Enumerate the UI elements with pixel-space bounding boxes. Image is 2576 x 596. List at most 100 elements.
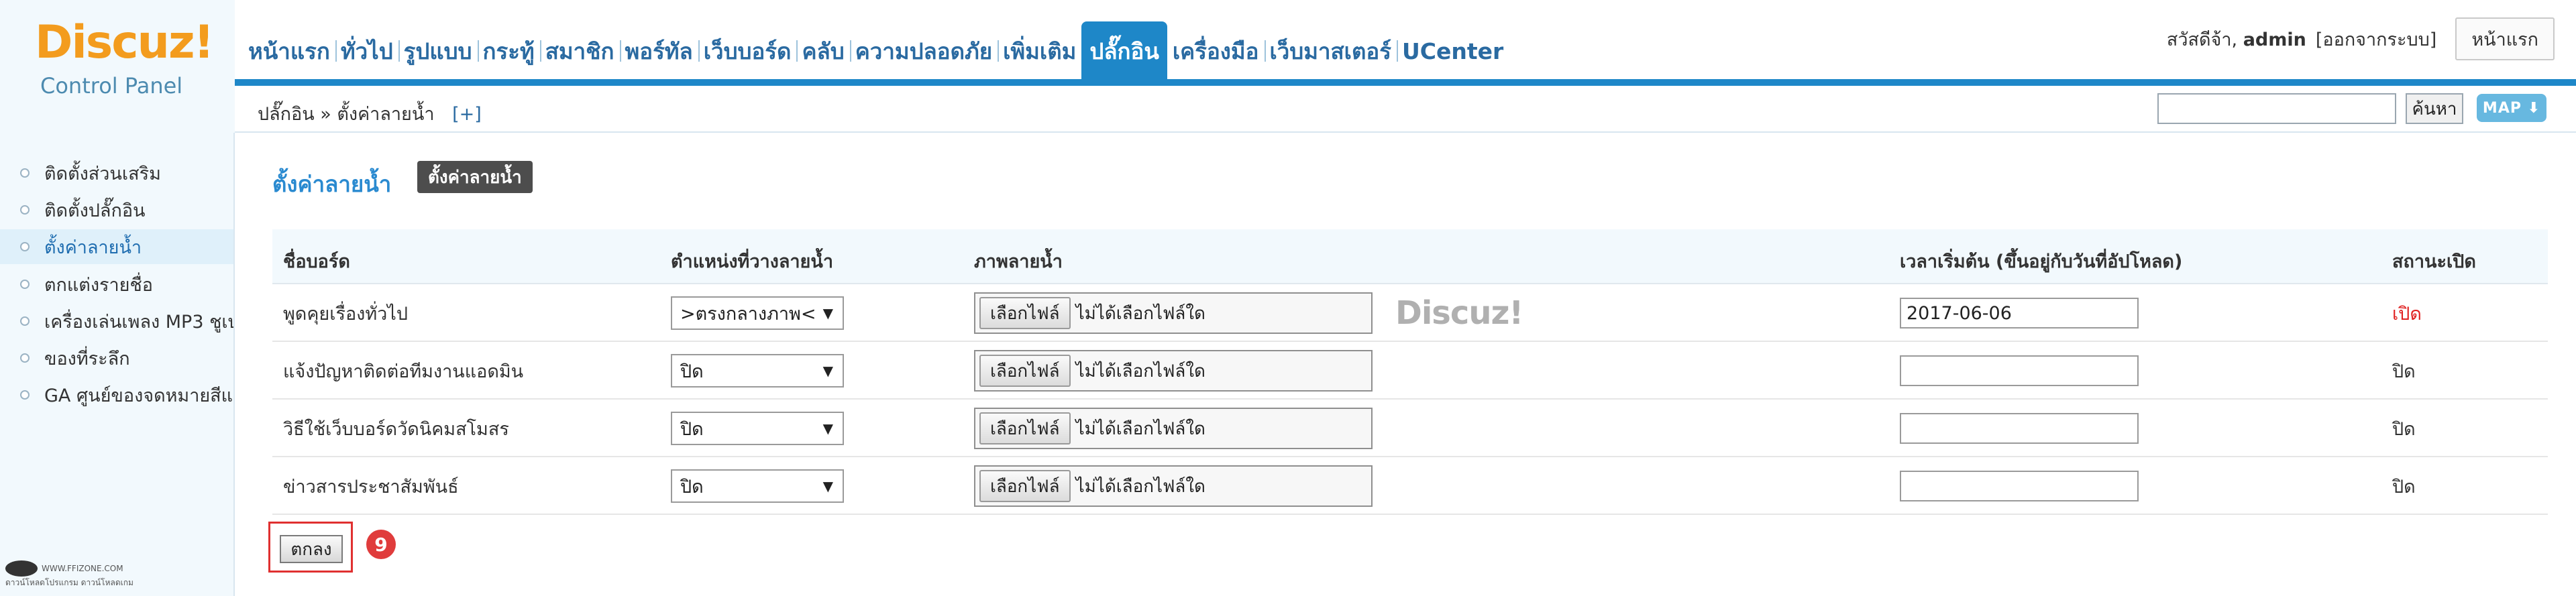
logout-link[interactable]: [ออกจากระบบ] xyxy=(2316,25,2436,54)
start-date-input[interactable] xyxy=(1900,413,2139,444)
nav-item-threads[interactable]: กระทู้ xyxy=(477,21,540,80)
status-toggle[interactable]: ปิด xyxy=(2392,472,2416,501)
dropdown-arrow-icon: ▼ xyxy=(822,363,833,379)
table-row: พูดคุยเรื่องทั่วไป >ตรงกลางภาพ< ▼ เลือกไฟ… xyxy=(272,284,2548,342)
sidebar: ติดตั้งส่วนเสริม ติดตั้งปลั๊กอิน ตั้งค่า… xyxy=(0,133,235,596)
site-logo-icon xyxy=(5,560,38,577)
no-file-text: ไม่ได้เลือกไฟล์ใด xyxy=(1075,361,1205,381)
position-select[interactable]: >ตรงกลางภาพ< ▼ xyxy=(671,296,844,330)
status-toggle[interactable]: ปิด xyxy=(2392,357,2416,385)
breadcrumb-add-link[interactable]: [+] xyxy=(452,104,482,125)
choose-file-button[interactable]: เลือกไฟล์ xyxy=(979,470,1071,502)
step-badge: 9 xyxy=(366,530,396,559)
nav-item-security[interactable]: ความปลอดภัย xyxy=(849,21,998,80)
nav-item-home[interactable]: หน้าแรก xyxy=(243,21,335,80)
user-area: สวัสดีจ้า, admin [ออกจากระบบ] หน้าแรก xyxy=(2167,17,2555,60)
watermark-file-input[interactable]: เลือกไฟล์ ไม่ได้เลือกไฟล์ใด xyxy=(974,350,1373,392)
tab-watermark-settings[interactable]: ตั้งค่าลายน้ำ xyxy=(417,161,533,193)
status-toggle[interactable]: เปิด xyxy=(2392,299,2422,328)
main-nav: หน้าแรก ทั่วไป รูปแบบ กระทู้ สมาชิก พอร์… xyxy=(243,21,1509,80)
nav-item-plugins[interactable]: ปลั๊กอิน xyxy=(1081,21,1167,80)
bullet-icon xyxy=(20,168,30,178)
nav-item-ucenter[interactable]: UCenter xyxy=(1396,21,1509,80)
start-date-input[interactable] xyxy=(1900,355,2139,386)
header-board: ชื่อบอร์ด xyxy=(283,251,350,272)
sidebar-item-install-addons[interactable]: ติดตั้งส่วนเสริม xyxy=(0,156,233,190)
sidebar-item-label: เครื่องเล่นเพลง MP3 ชูเบ xyxy=(44,311,235,333)
search-button[interactable]: ค้นหา xyxy=(2406,93,2463,124)
breadcrumb: ปลั๊กอิน » ตั้งค่าลายน้ำ [+] xyxy=(258,99,482,128)
bullet-icon xyxy=(20,205,30,215)
breadcrumb-text: ปลั๊กอิน » ตั้งค่าลายน้ำ xyxy=(258,104,435,125)
dropdown-arrow-icon: ▼ xyxy=(822,305,833,321)
watermark-table: ชื่อบอร์ด ตำแหน่งที่วางลายน้ำ ภาพลายน้ำ … xyxy=(272,229,2548,515)
sidebar-item-label: ของที่ระลึก xyxy=(44,348,130,369)
submit-button[interactable]: ตกลง xyxy=(280,535,343,563)
home-button[interactable]: หน้าแรก xyxy=(2455,17,2555,60)
table-header: ชื่อบอร์ด ตำแหน่งที่วางลายน้ำ ภาพลายน้ำ … xyxy=(272,229,2548,284)
sidebar-item-ga-mail[interactable]: GA ศูนย์ของจดหมายสีแ xyxy=(0,377,233,412)
nav-underline xyxy=(235,79,2576,86)
nav-item-extended[interactable]: เพิ่มเติม xyxy=(998,21,1081,80)
sidebar-item-label: ติดตั้งส่วนเสริม xyxy=(44,163,161,184)
sidebar-item-label: ตกแต่งรายชื่อ xyxy=(44,274,154,296)
board-name: พูดคุยเรื่องทั่วไป xyxy=(283,303,409,324)
watermark-preview-image: Discuz! xyxy=(1395,294,1523,332)
sidebar-item-install-plugins[interactable]: ติดตั้งปลั๊กอิน xyxy=(0,192,233,227)
header-status: สถานะเปิด xyxy=(2392,251,2476,272)
nav-item-portal[interactable]: พอร์ทัล xyxy=(619,21,698,80)
no-file-text: ไม่ได้เลือกไฟล์ใด xyxy=(1075,418,1205,439)
subheader: ปลั๊กอิน » ตั้งค่าลายน้ำ [+] ค้นหา MAP ⬇ xyxy=(235,86,2576,133)
choose-file-button[interactable]: เลือกไฟล์ xyxy=(979,412,1071,444)
position-select[interactable]: ปิด ▼ xyxy=(671,469,844,503)
sidebar-item-label: ติดตั้งปลั๊กอิน xyxy=(44,200,146,221)
logo-title: Discuz! xyxy=(35,16,215,69)
watermark-file-input[interactable]: เลือกไฟล์ ไม่ได้เลือกไฟล์ใด xyxy=(974,465,1373,507)
no-file-text: ไม่ได้เลือกไฟล์ใด xyxy=(1075,476,1205,497)
nav-item-style[interactable]: รูปแบบ xyxy=(398,21,478,80)
map-button[interactable]: MAP ⬇ xyxy=(2477,94,2546,122)
no-file-text: ไม่ได้เลือกไฟล์ใด xyxy=(1075,303,1205,324)
nav-item-members[interactable]: สมาชิก xyxy=(539,21,620,80)
bullet-icon xyxy=(20,390,30,400)
nav-item-general[interactable]: ทั่วไป xyxy=(335,21,398,80)
nav-item-club[interactable]: คลับ xyxy=(796,21,849,80)
table-row: วิธีใช้เว็บบอร์ดวัดนิคมสโมสร ปิด ▼ เลือกไ… xyxy=(272,400,2548,457)
sidebar-item-souvenirs[interactable]: ของที่ระลึก xyxy=(0,341,233,375)
bullet-icon xyxy=(20,316,30,326)
submit-highlight: ตกลง xyxy=(268,522,353,573)
search-input[interactable] xyxy=(2157,93,2396,124)
position-select[interactable]: ปิด ▼ xyxy=(671,412,844,445)
start-date-input[interactable]: 2017-06-06 xyxy=(1900,298,2139,329)
bullet-icon xyxy=(20,353,30,363)
header-position: ตำแหน่งที่วางลายน้ำ xyxy=(671,251,833,272)
nav-item-forum[interactable]: เว็บบอร์ด xyxy=(698,21,797,80)
bullet-icon xyxy=(20,280,30,289)
main-content: ตั้งค่าลายน้ำ ตั้งค่าลายน้ำ ชื่อบอร์ด ตำ… xyxy=(235,133,2576,596)
choose-file-button[interactable]: เลือกไฟล์ xyxy=(979,355,1071,387)
sidebar-item-decorate-names[interactable]: ตกแต่งรายชื่อ xyxy=(0,267,233,302)
choose-file-button[interactable]: เลือกไฟล์ xyxy=(979,297,1071,329)
start-date-input[interactable] xyxy=(1900,471,2139,501)
header-image: ภาพลายน้ำ xyxy=(974,251,1063,272)
logo-subtitle: Control Panel xyxy=(40,73,183,99)
header-start-time: เวลาเริ่มต้น (ขึ้นอยู่กับวันที่อัปโหลด) xyxy=(1900,251,2183,272)
board-name: วิธีใช้เว็บบอร์ดวัดนิคมสโมสร xyxy=(283,418,509,440)
nav-item-tools[interactable]: เครื่องมือ xyxy=(1167,21,1265,80)
page-title: ตั้งค่าลายน้ำ xyxy=(272,171,392,197)
board-name: ข่าวสารประชาสัมพันธ์ xyxy=(283,476,459,497)
username: admin xyxy=(2243,29,2306,50)
watermark-file-input[interactable]: เลือกไฟล์ ไม่ได้เลือกไฟล์ใด xyxy=(974,408,1373,449)
sidebar-item-label: ตั้งค่าลายน้ำ xyxy=(44,237,142,258)
sidebar-item-watermark[interactable]: ตั้งค่าลายน้ำ xyxy=(0,229,233,264)
status-toggle[interactable]: ปิด xyxy=(2392,414,2416,443)
sidebar-item-mp3-player[interactable]: เครื่องเล่นเพลง MP3 ชูเบ xyxy=(0,304,235,339)
table-row: ข่าวสารประชาสัมพันธ์ ปิด ▼ เลือกไฟล์ ไม่ไ… xyxy=(272,457,2548,515)
position-select[interactable]: ปิด ▼ xyxy=(671,354,844,388)
header: Discuz! Control Panel หน้าแรก ทั่วไป รูป… xyxy=(0,0,2576,133)
sidebar-item-label: GA ศูนย์ของจดหมายสีแ xyxy=(44,385,233,406)
watermark-file-input[interactable]: เลือกไฟล์ ไม่ได้เลือกไฟล์ใด xyxy=(974,292,1373,334)
nav-item-webmaster[interactable]: เว็บมาสเตอร์ xyxy=(1264,21,1397,80)
logo[interactable]: Discuz! Control Panel xyxy=(0,0,235,133)
board-name: แจ้งปัญหาติดต่อทีมงานแอดมิน xyxy=(283,361,524,382)
